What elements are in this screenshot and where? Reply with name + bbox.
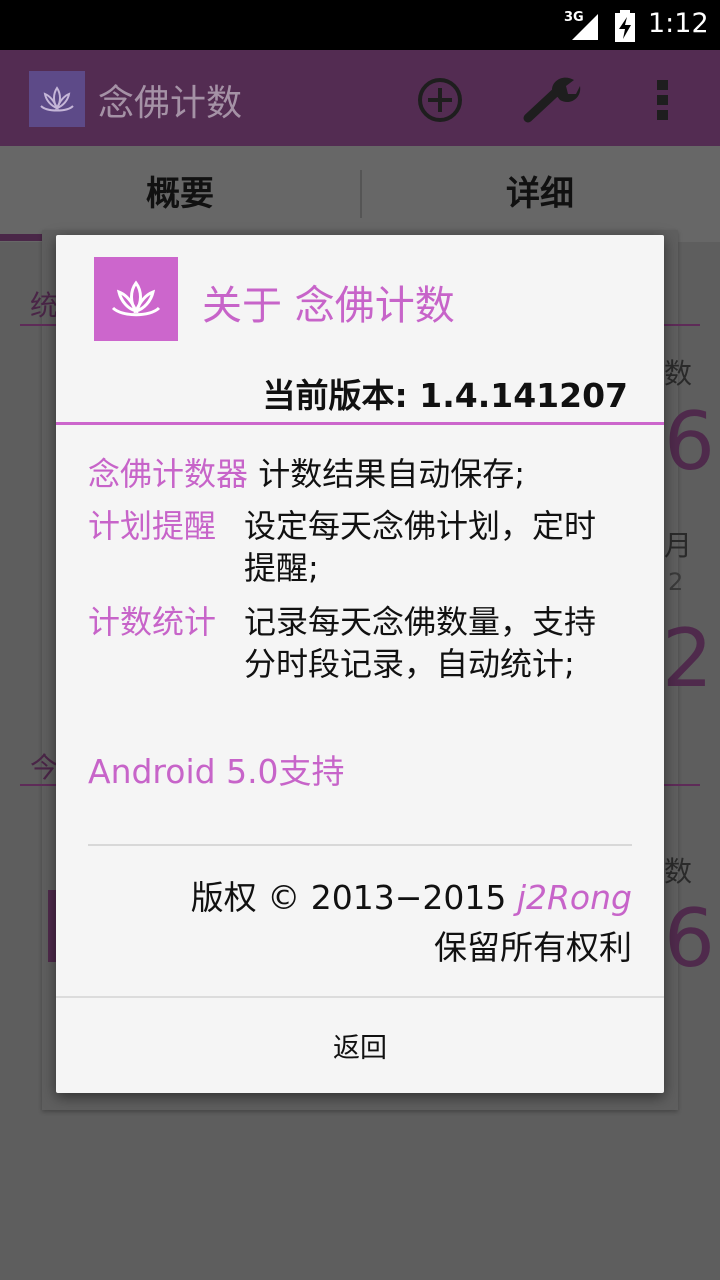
small-value: 2 <box>668 568 684 596</box>
feature-desc: 计数结果自动保存; <box>258 455 525 493</box>
lotus-icon <box>29 71 85 127</box>
feature-counter: 念佛计数器 计数结果自动保存; <box>88 453 648 495</box>
version-text: 当前版本: 1.4.141207 <box>262 376 628 415</box>
count-value-fragment-2: 6 <box>664 892 715 985</box>
battery-charging-icon <box>615 10 635 42</box>
network-type: 3G <box>564 10 584 25</box>
overflow-menu-icon[interactable] <box>652 78 674 122</box>
title-divider <box>56 422 664 425</box>
count-value-fragment: 6 <box>664 395 715 488</box>
clock: 1:12 <box>648 8 709 39</box>
status-bar: 3G 1:12 <box>0 0 720 50</box>
feature-desc: 记录每天念佛数量，支持分时段记录，自动统计; <box>244 603 597 683</box>
copyright: 版权 © 2013−2015 j2Rong <box>191 871 632 919</box>
wrench-icon[interactable] <box>522 74 582 124</box>
section-header-today: 今 <box>30 751 59 784</box>
author-link[interactable]: j2Rong <box>517 878 632 917</box>
lotus-icon <box>94 257 178 341</box>
rights-text: 保留所有权利 <box>434 928 632 967</box>
add-icon[interactable] <box>416 76 464 124</box>
feature-label: 计划提醒 <box>88 507 217 545</box>
back-button[interactable]: 返回 <box>56 998 664 1093</box>
tab-summary[interactable]: 概要 <box>0 146 360 242</box>
tab-bar: 概要 详细 <box>0 146 720 242</box>
tab-details[interactable]: 详细 <box>360 146 720 242</box>
about-dialog: 关于 念佛计数 当前版本: 1.4.141207 念佛计数器 计数结果自动保存;… <box>56 235 664 1093</box>
count-label-2: 数 <box>664 855 693 888</box>
feature-label: 计数统计 <box>88 603 217 641</box>
feature-desc: 设定每天念佛计划，定时提醒; <box>244 507 597 587</box>
copyright-text: 版权 © 2013−2015 <box>190 878 507 917</box>
feature-label: 念佛计数器 <box>88 455 249 493</box>
android-support: Android 5.0支持 <box>88 752 345 791</box>
app-bar: 念佛计数 <box>0 50 720 146</box>
content-divider <box>88 844 632 846</box>
section-header-stats: 统 <box>30 289 59 322</box>
count-label: 数 <box>664 357 693 390</box>
month-value-fragment: 2 <box>662 612 713 705</box>
dialog-title: 关于 念佛计数 <box>202 283 455 329</box>
app-title: 念佛计数 <box>98 83 243 124</box>
month-label: 月 <box>664 529 693 562</box>
